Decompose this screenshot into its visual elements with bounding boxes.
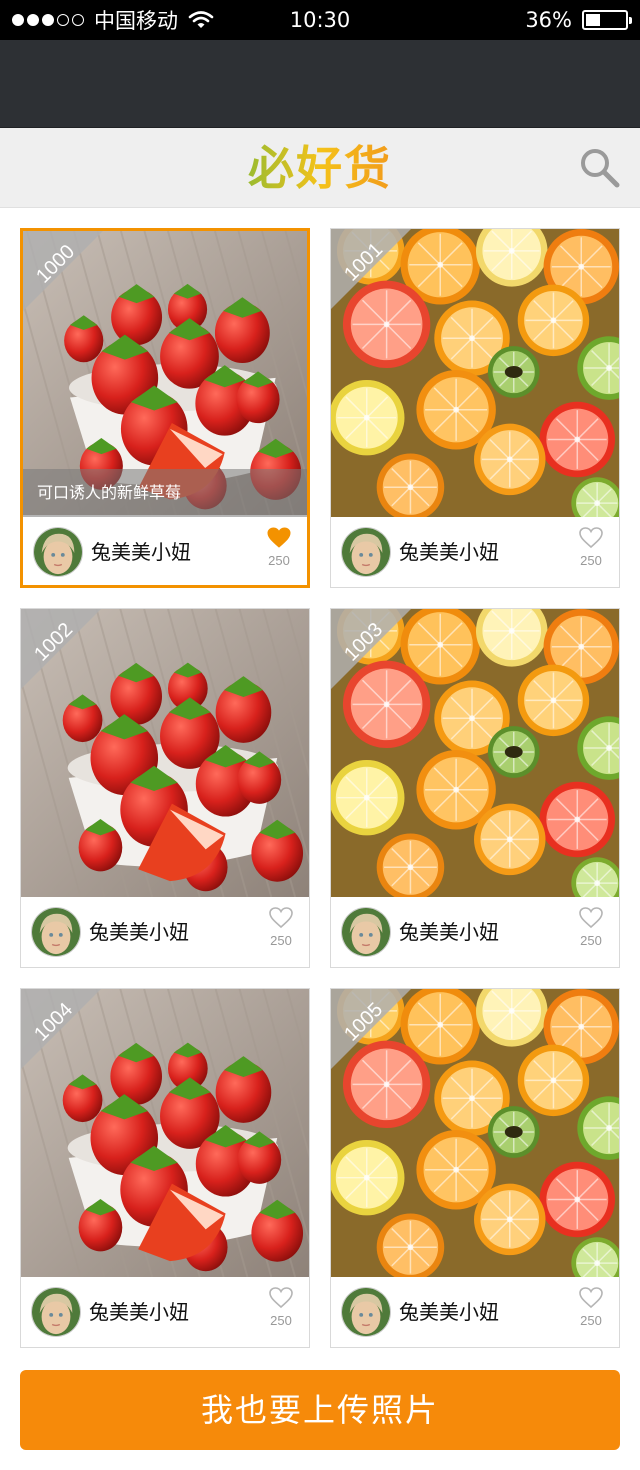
heart-icon	[579, 1287, 603, 1309]
like-count: 250	[580, 933, 602, 948]
top-banner	[0, 40, 640, 128]
number-badge: 1003	[331, 609, 411, 689]
status-bar: 中国移动 10:30 36%	[0, 0, 640, 40]
heart-icon	[579, 527, 603, 549]
avatar-image	[32, 1288, 80, 1336]
photo-card-1003[interactable]: 1003 兔美美小妞 250	[330, 608, 620, 968]
avatar[interactable]	[33, 527, 83, 577]
like-count: 250	[580, 1313, 602, 1328]
like-count: 250	[270, 1313, 292, 1328]
battery-tip	[629, 17, 632, 24]
avatar[interactable]	[31, 1287, 81, 1337]
photo-image[interactable]: 1003	[331, 609, 619, 899]
user-name[interactable]: 兔美美小妞	[399, 897, 499, 967]
photo-image[interactable]: 1002	[21, 609, 309, 899]
card-footer: 兔美美小妞 250	[21, 1277, 309, 1347]
like-button[interactable]: 250	[261, 1287, 301, 1337]
search-button[interactable]	[578, 146, 622, 190]
like-count: 250	[270, 933, 292, 948]
app-title: 必好货	[0, 128, 640, 208]
heart-icon	[269, 907, 293, 929]
avatar-image	[342, 528, 390, 576]
heart-icon	[267, 527, 291, 548]
like-count: 250	[580, 553, 602, 568]
like-button[interactable]: 250	[259, 527, 299, 577]
like-button[interactable]: 250	[571, 527, 611, 577]
photo-card-1004[interactable]: 1004 兔美美小妞 250	[20, 988, 310, 1348]
like-count: 250	[268, 553, 290, 568]
user-name[interactable]: 兔美美小妞	[399, 1277, 499, 1347]
card-footer: 兔美美小妞 250	[21, 897, 309, 967]
avatar-image	[32, 908, 80, 956]
number-badge: 1004	[21, 989, 101, 1069]
number-badge: 1005	[331, 989, 411, 1069]
avatar[interactable]	[341, 527, 391, 577]
like-button[interactable]: 250	[261, 907, 301, 957]
number-badge: 1000	[23, 231, 103, 311]
status-right: 36%	[525, 0, 632, 40]
card-footer: 兔美美小妞 250	[331, 517, 619, 587]
card-footer: 兔美美小妞 250	[331, 897, 619, 967]
photo-image[interactable]: 1004	[21, 989, 309, 1279]
photo-caption: 可口诱人的新鲜草莓	[23, 469, 307, 517]
avatar[interactable]	[341, 1287, 391, 1337]
photo-card-1000[interactable]: 1000 可口诱人的新鲜草莓 兔美美小妞 250	[20, 228, 310, 588]
like-button[interactable]: 250	[571, 907, 611, 957]
user-name[interactable]: 兔美美小妞	[399, 517, 499, 587]
avatar-image	[342, 908, 390, 956]
user-name[interactable]: 兔美美小妞	[91, 517, 191, 585]
number-badge: 1002	[21, 609, 101, 689]
user-name[interactable]: 兔美美小妞	[89, 1277, 189, 1347]
card-footer: 兔美美小妞 250	[331, 1277, 619, 1347]
like-button[interactable]: 250	[571, 1287, 611, 1337]
avatar-image	[342, 1288, 390, 1336]
number-badge: 1001	[331, 229, 411, 309]
avatar[interactable]	[341, 907, 391, 957]
card-footer: 兔美美小妞 250	[23, 517, 307, 585]
battery-percent: 36%	[525, 8, 572, 32]
user-name[interactable]: 兔美美小妞	[89, 897, 189, 967]
upload-photo-button[interactable]: 我也要上传照片	[20, 1370, 620, 1450]
heart-icon	[579, 907, 603, 929]
battery-level	[586, 14, 600, 26]
photo-card-1005[interactable]: 1005 兔美美小妞 250	[330, 988, 620, 1348]
heart-icon	[269, 1287, 293, 1309]
photo-image[interactable]: 1005	[331, 989, 619, 1279]
photo-card-1002[interactable]: 1002 兔美美小妞 250	[20, 608, 310, 968]
avatar-image	[34, 528, 82, 576]
app-header: 必好货	[0, 128, 640, 208]
avatar[interactable]	[31, 907, 81, 957]
search-icon	[581, 149, 620, 188]
photo-image[interactable]: 1000 可口诱人的新鲜草莓	[23, 231, 307, 517]
battery-icon	[582, 10, 632, 30]
photo-card-1001[interactable]: 1001 兔美美小妞 250	[330, 228, 620, 588]
photo-image[interactable]: 1001	[331, 229, 619, 519]
